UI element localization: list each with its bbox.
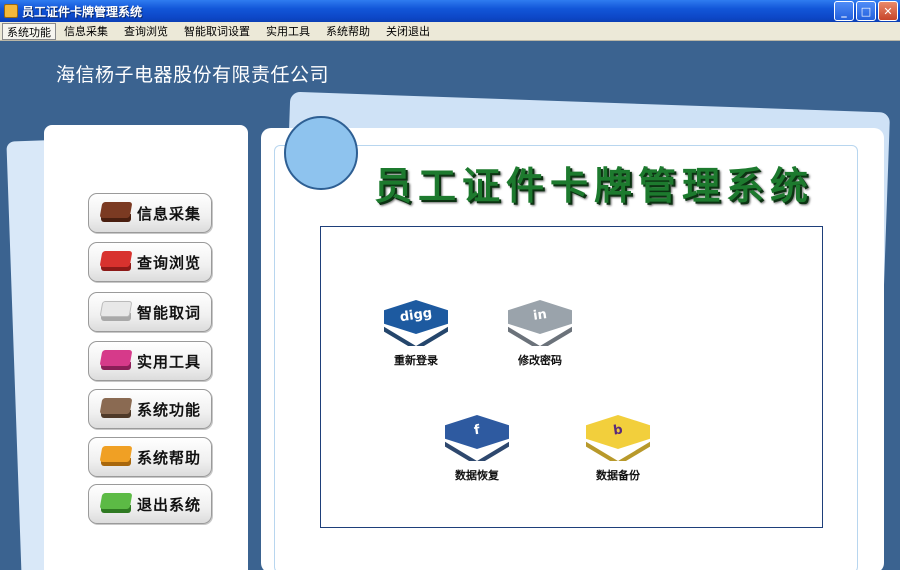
sidebar-button-system-functions[interactable]: 系统功能 — [88, 389, 212, 429]
menu-info-collect[interactable]: 信息采集 — [56, 23, 116, 40]
gear-icon — [99, 398, 133, 420]
book-icon — [99, 202, 133, 224]
gear-icon-top — [99, 398, 133, 414]
content-box — [320, 226, 823, 528]
system-title: 员工证件卡牌管理系统 — [374, 164, 815, 208]
star-icon-top — [99, 301, 133, 317]
change-password-label: 修改密码 — [518, 354, 562, 367]
browse-icon-top — [99, 251, 133, 267]
maximize-button[interactable]: □ — [856, 1, 876, 21]
sidebar-button-info-collect[interactable]: 信息采集 — [88, 193, 212, 233]
tools-icon-top — [99, 350, 133, 366]
relogin-action[interactable]: digg 重新登录 — [371, 300, 461, 368]
company-name: 海信杨子电器股份有限责任公司 — [56, 64, 330, 86]
menu-system-functions[interactable]: 系统功能 — [2, 22, 56, 40]
menu-utilities[interactable]: 实用工具 — [258, 23, 318, 40]
book-icon-top — [99, 202, 133, 218]
exit-icon-top — [99, 493, 133, 509]
sidebar-button-label: 系统帮助 — [137, 448, 202, 467]
browse-icon — [99, 251, 133, 273]
title-bar: 员工证件卡牌管理系统 _ □ ✕ — [0, 0, 900, 22]
exit-icon — [99, 493, 133, 515]
sidebar-button-label: 智能取词 — [137, 303, 202, 322]
window-controls: _ □ ✕ — [834, 1, 898, 21]
change-password-action[interactable]: in 修改密码 — [495, 300, 585, 368]
menu-bar: 系统功能 信息采集 查询浏览 智能取词设置 实用工具 系统帮助 关闭退出 — [0, 22, 900, 41]
relogin-label: 重新登录 — [394, 354, 438, 367]
sidebar-button-query-browse[interactable]: 查询浏览 — [88, 242, 212, 282]
sidebar-button-label: 实用工具 — [137, 352, 202, 371]
sidebar-button-smart-word[interactable]: 智能取词 — [88, 292, 212, 332]
help-icon-top — [99, 446, 133, 462]
b-icon: b — [586, 415, 650, 461]
star-icon — [99, 301, 133, 323]
sidebar-button-label: 查询浏览 — [137, 253, 202, 272]
linkedin-icon: in — [508, 300, 572, 346]
data-backup-label: 数据备份 — [596, 469, 640, 482]
digg-icon: digg — [384, 300, 448, 346]
app-icon — [4, 4, 18, 18]
minimize-button[interactable]: _ — [834, 1, 854, 21]
sidebar-button-label: 退出系统 — [137, 495, 202, 514]
data-restore-action[interactable]: f 数据恢复 — [432, 415, 522, 483]
menu-smart-word-settings[interactable]: 智能取词设置 — [176, 23, 258, 40]
menu-help[interactable]: 系统帮助 — [318, 23, 378, 40]
close-button[interactable]: ✕ — [878, 1, 898, 21]
sidebar-button-utilities[interactable]: 实用工具 — [88, 341, 212, 381]
menu-exit[interactable]: 关闭退出 — [378, 23, 438, 40]
sidebar-button-exit[interactable]: 退出系统 — [88, 484, 212, 524]
tools-icon — [99, 350, 133, 372]
sidebar-button-help[interactable]: 系统帮助 — [88, 437, 212, 477]
sidebar-button-label: 系统功能 — [137, 400, 202, 419]
facebook-icon: f — [445, 415, 509, 461]
decorative-circle — [284, 116, 358, 190]
menu-query-browse[interactable]: 查询浏览 — [116, 23, 176, 40]
data-restore-label: 数据恢复 — [455, 469, 499, 482]
help-icon — [99, 446, 133, 468]
data-backup-action[interactable]: b 数据备份 — [573, 415, 663, 483]
window-title: 员工证件卡牌管理系统 — [22, 4, 143, 19]
sidebar-button-label: 信息采集 — [137, 204, 202, 223]
